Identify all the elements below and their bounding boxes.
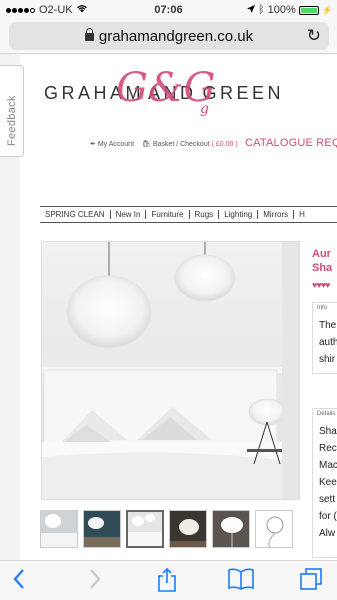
details-line: Rec — [319, 443, 337, 454]
product-title-line-1: Aur — [312, 248, 331, 260]
feedback-tab[interactable]: Feedback — [0, 65, 24, 157]
details-line: Alw — [319, 528, 336, 539]
tabs-icon[interactable] — [300, 568, 322, 595]
details-panel: Details Sha Rec Mac Kee sett for ( Alw — [312, 408, 337, 558]
catalogue-request-link[interactable]: CATALOGUE REQ — [245, 137, 337, 149]
details-line: Sha — [319, 426, 337, 437]
address-bar: grahamandgreen.co.uk ↻ — [0, 20, 337, 54]
bedroom-photo — [42, 242, 299, 499]
nav-item-new-in[interactable]: New In — [111, 210, 147, 219]
nav-item-mirrors[interactable]: Mirrors — [258, 210, 295, 219]
info-panel-label: Info — [317, 305, 328, 311]
details-line: for ( — [319, 511, 337, 522]
url-text: grahamandgreen.co.uk — [98, 28, 254, 45]
basket-icon: 🛍 — [142, 141, 151, 148]
thumbnail-1[interactable] — [40, 510, 78, 548]
location-arrow-icon — [247, 4, 256, 16]
back-icon[interactable] — [12, 568, 26, 595]
bookmarks-icon[interactable] — [228, 568, 254, 595]
reload-icon[interactable]: ↻ — [307, 26, 321, 46]
url-display[interactable]: grahamandgreen.co.uk — [9, 28, 329, 45]
product-title: Aur Sha — [312, 247, 332, 275]
battery-label: 100% — [267, 4, 296, 16]
logo-monogram-g: g — [200, 101, 209, 117]
thumbnail-image — [213, 511, 249, 547]
basket-label: Basket / Checkout — [152, 141, 210, 148]
info-line: auth — [319, 337, 337, 348]
thumbnail-image — [41, 511, 77, 547]
rating-hearts: ♥♥♥♥ — [312, 280, 330, 290]
thumbnail-5[interactable] — [212, 510, 250, 548]
thumbnail-6[interactable] — [255, 510, 293, 548]
basket-total: ( £0.00 ) — [211, 141, 238, 148]
site-logo[interactable]: GRAHAM AND GREEN G&G g — [44, 65, 324, 135]
thumbnail-image — [128, 512, 162, 546]
nav-item-furniture[interactable]: Furniture — [146, 210, 190, 219]
thumbnail-image — [170, 511, 206, 547]
status-right: ᛒ 100% ⚡ — [247, 4, 333, 16]
thumbnail-2[interactable] — [83, 510, 121, 548]
details-line: sett — [319, 494, 336, 505]
lock-icon — [84, 28, 94, 41]
my-account-link[interactable]: ✒ My Account — [90, 140, 134, 148]
thumbnail-4[interactable] — [169, 510, 207, 548]
charging-icon: ⚡ — [321, 4, 333, 15]
product-title-line-2: Sha — [312, 262, 333, 274]
pen-icon: ✒ — [90, 141, 96, 148]
my-account-label: My Account — [97, 141, 135, 148]
details-panel-label: Details — [317, 411, 336, 417]
details-line: Mac — [319, 460, 337, 471]
info-panel: Info The auth shir — [312, 302, 337, 374]
url-field[interactable]: grahamandgreen.co.uk ↻ — [9, 22, 329, 50]
details-panel-text: Sha Rec Mac Kee sett for ( Alw — [313, 417, 337, 542]
thumbnail-image — [256, 511, 292, 547]
product-main-image[interactable] — [41, 241, 300, 500]
web-page: Feedback GRAHAM AND GREEN G&G g ✒ My Accou… — [0, 55, 337, 560]
feedback-label: Feedback — [6, 95, 18, 146]
bluetooth-icon: ᛒ — [258, 4, 265, 16]
main-nav: SPRING CLEAN New In Furniture Rugs Light… — [40, 206, 337, 223]
nav-item-rugs[interactable]: Rugs — [190, 210, 220, 219]
basket-link[interactable]: 🛍 Basket / Checkout ( £0.00 ) — [142, 140, 238, 148]
nav-item-spring-clean[interactable]: SPRING CLEAN — [40, 210, 111, 219]
browser-toolbar — [0, 560, 337, 600]
thumbnail-strip — [40, 510, 293, 548]
forward-icon[interactable] — [88, 568, 102, 595]
details-line: Kee — [319, 477, 337, 488]
status-bar: O2-UK 07:06 ᛒ 100% ⚡ — [0, 0, 337, 20]
nav-item-home[interactable]: H — [294, 210, 310, 219]
battery-icon — [298, 5, 319, 15]
info-line: The — [319, 320, 337, 331]
info-panel-text: The auth shir — [313, 311, 337, 368]
thumbnail-image — [84, 511, 120, 547]
share-icon[interactable] — [157, 567, 177, 597]
nav-item-lighting[interactable]: Lighting — [219, 210, 259, 219]
info-line: shir — [319, 354, 336, 365]
thumbnail-3-selected[interactable] — [126, 510, 164, 548]
account-links: ✒ My Account 🛍 Basket / Checkout ( £0.00… — [90, 140, 238, 148]
